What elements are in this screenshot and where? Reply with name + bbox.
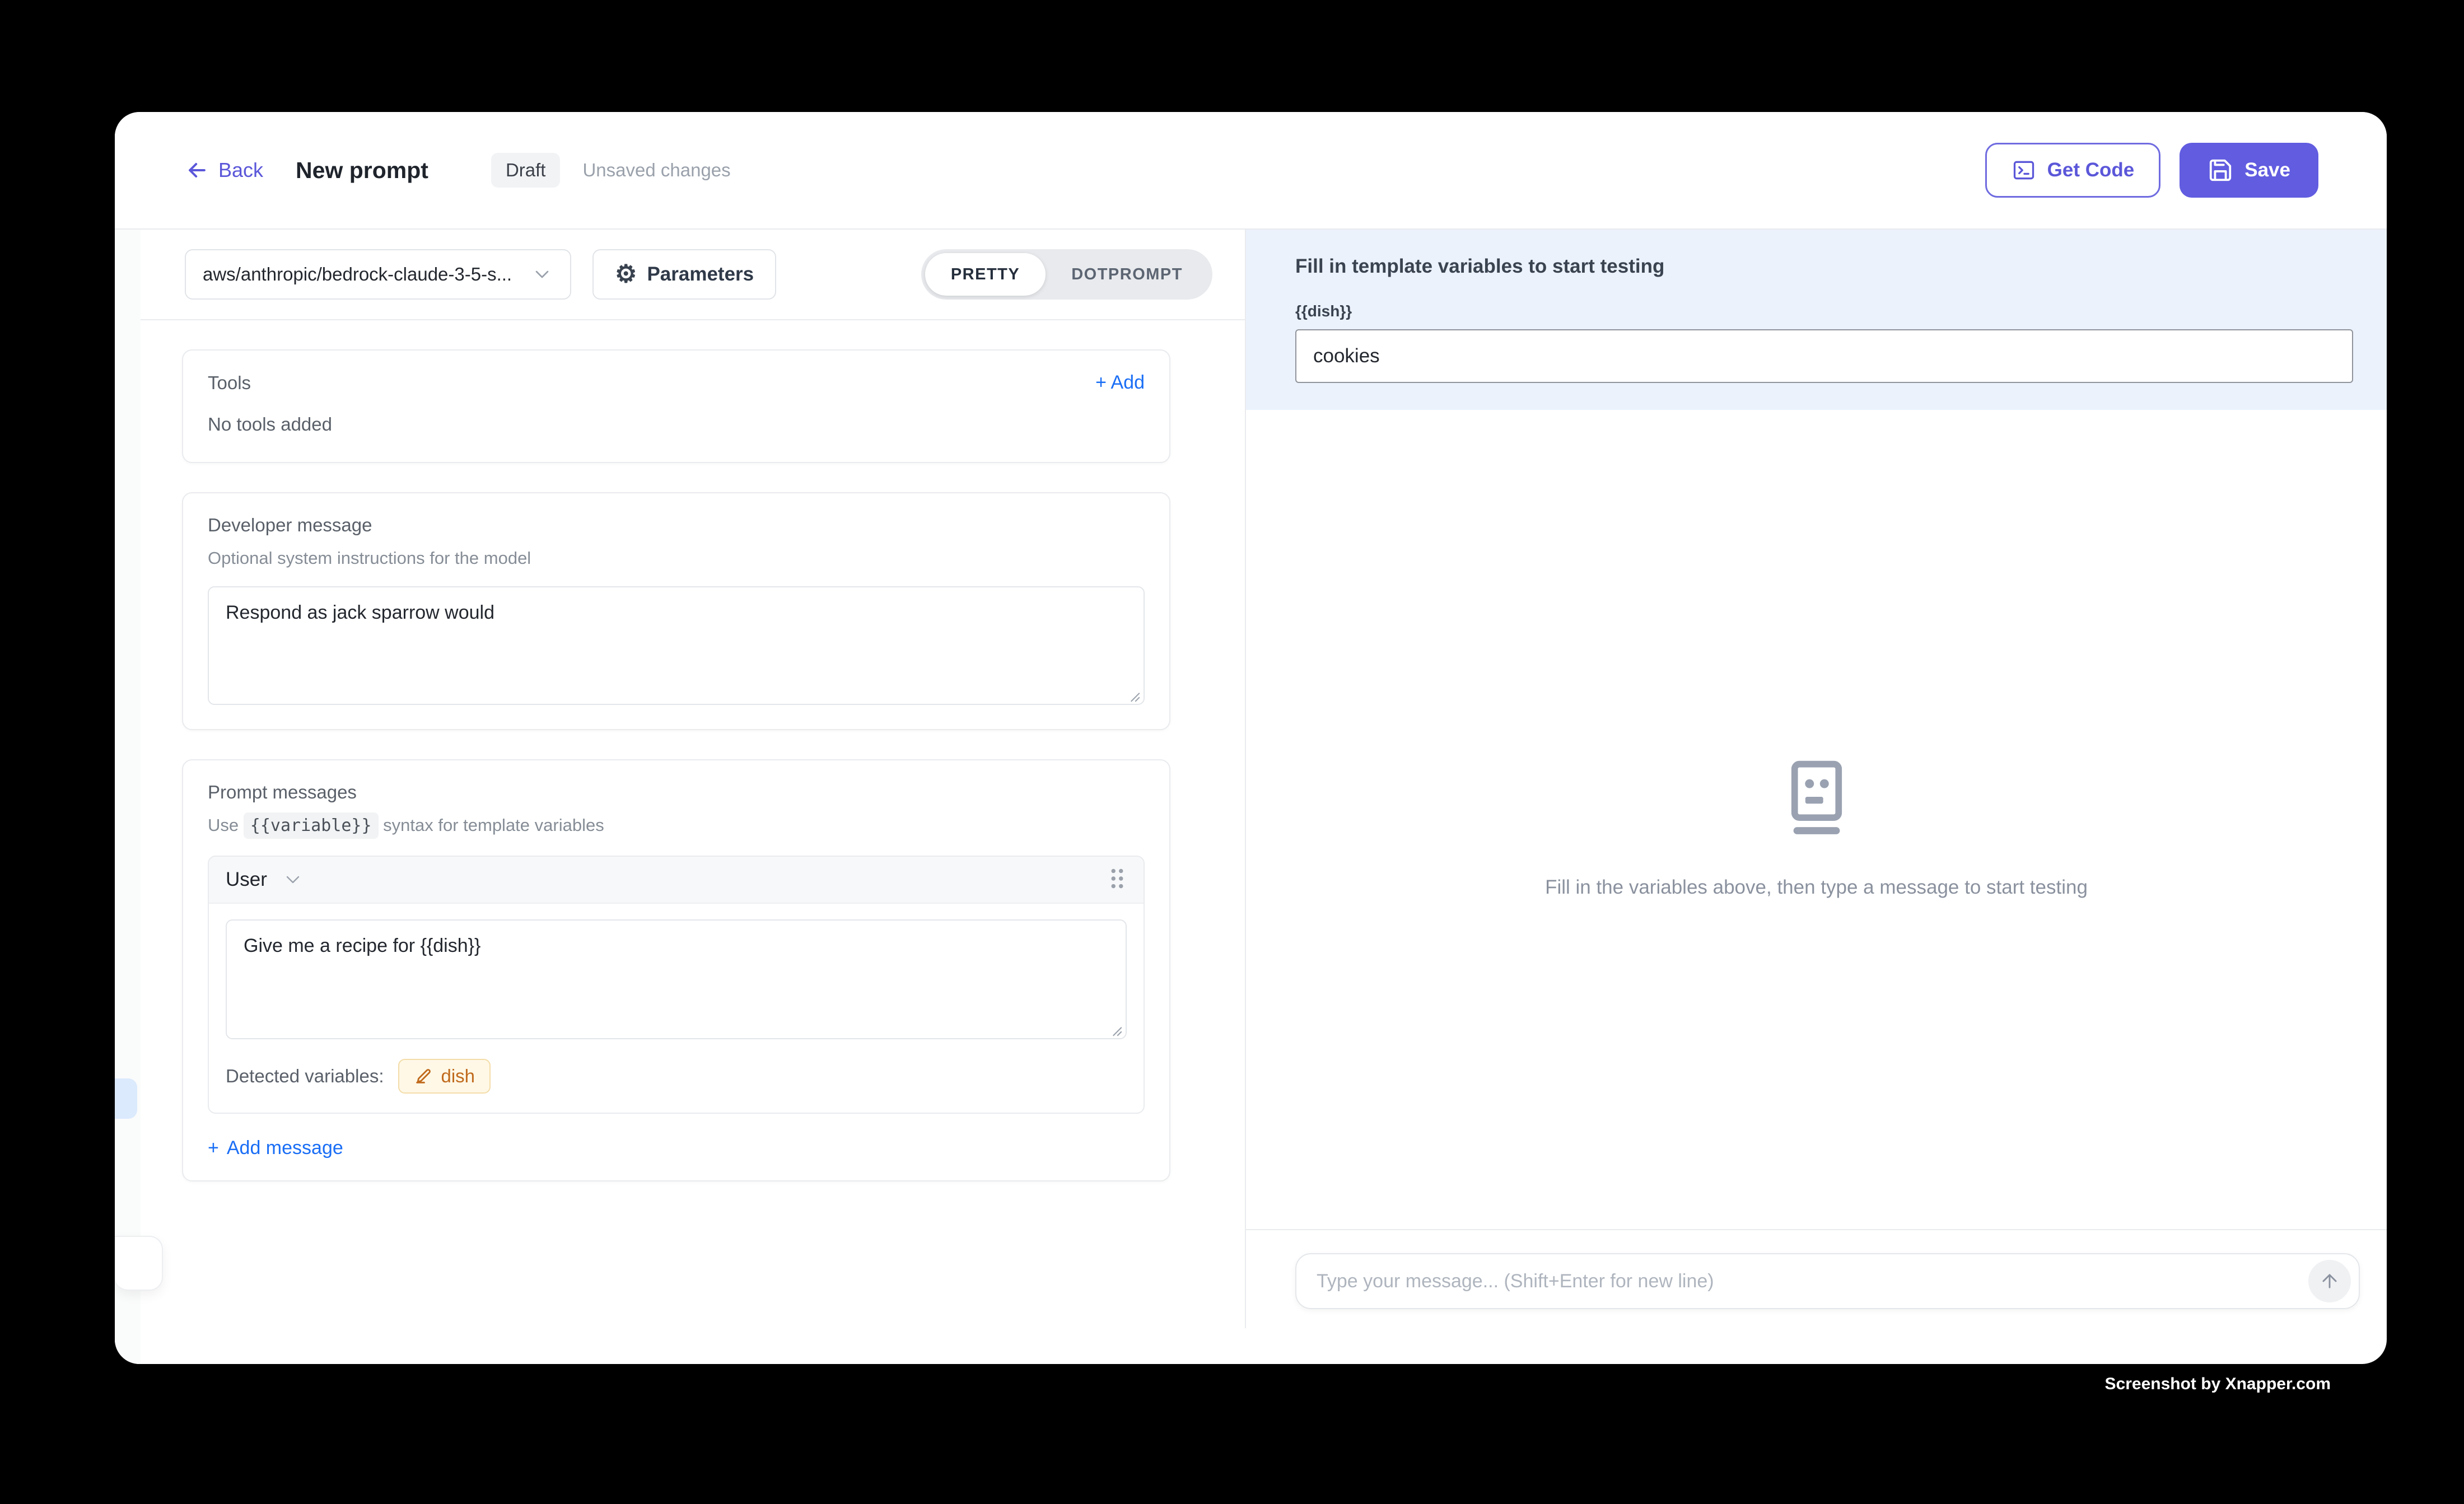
toggle-dotprompt[interactable]: DOTPROMPT: [1046, 253, 1208, 296]
developer-message-input[interactable]: Respond as jack sparrow would: [208, 586, 1145, 705]
app-window: Back New prompt Draft Unsaved changes Ge…: [115, 112, 2387, 1364]
chat-empty-state: Fill in the variables above, then type a…: [1246, 758, 2387, 899]
toggle-pretty[interactable]: PRETTY: [925, 253, 1046, 296]
drag-dots-icon: [1108, 866, 1127, 891]
template-variables-box: Fill in template variables to start test…: [1246, 230, 2387, 410]
chevron-down-icon: [531, 263, 553, 286]
add-tool-button[interactable]: + Add: [1095, 372, 1145, 394]
plus-icon: +: [1095, 372, 1107, 393]
get-code-label: Get Code: [2047, 159, 2135, 181]
add-message-label: Add message: [227, 1137, 343, 1159]
model-selector[interactable]: aws/anthropic/bedrock-claude-3-5-s...: [185, 249, 571, 300]
user-message-input[interactable]: Give me a recipe for {{dish}}: [226, 919, 1127, 1039]
send-button[interactable]: [2308, 1260, 2351, 1302]
chat-empty-text: Fill in the variables above, then type a…: [1246, 876, 2387, 899]
chat-message-input[interactable]: [1317, 1271, 2308, 1292]
sidebar-active-item[interactable]: [115, 1078, 137, 1119]
resize-handle-icon[interactable]: [1129, 691, 1140, 702]
developer-message-subtitle: Optional system instructions for the mod…: [208, 548, 1145, 568]
back-button[interactable]: Back: [185, 158, 263, 183]
sidebar-edge-strip: [115, 230, 141, 1364]
save-button[interactable]: Save: [2180, 143, 2318, 198]
clipped-popover: [115, 1236, 163, 1291]
dish-variable-input[interactable]: [1295, 329, 2353, 383]
model-toolbar: aws/anthropic/bedrock-claude-3-5-s... ⚙ …: [115, 230, 1245, 320]
tools-empty-text: No tools added: [208, 414, 1145, 435]
message-block: User Give me a recipe for {{dish}}: [208, 856, 1145, 1114]
pencil-icon: [414, 1067, 433, 1086]
model-selector-value: aws/anthropic/bedrock-claude-3-5-s...: [203, 264, 531, 285]
message-role-row: User: [209, 857, 1144, 904]
hint-suffix: syntax for template variables: [383, 815, 604, 835]
back-label: Back: [218, 158, 263, 182]
editor-cards: Tools + Add No tools added Developer mes…: [115, 320, 1245, 1181]
chevron-down-icon[interactable]: [282, 868, 304, 891]
add-tool-label: Add: [1111, 372, 1145, 393]
template-variables-title: Fill in template variables to start test…: [1295, 255, 2353, 278]
prompt-messages-hint: Use {{variable}} syntax for template var…: [208, 815, 1145, 835]
drag-handle[interactable]: [1108, 866, 1127, 894]
hint-prefix: Use: [208, 815, 239, 835]
add-message-button[interactable]: + Add message: [208, 1137, 1145, 1159]
view-mode-toggle: PRETTY DOTPROMPT: [921, 249, 1212, 300]
dish-variable-label: {{dish}}: [1295, 302, 2353, 320]
test-panel: Fill in template variables to start test…: [1245, 230, 2387, 1328]
unsaved-changes-text: Unsaved changes: [582, 160, 730, 181]
watermark-text: Screenshot by Xnapper.com: [2105, 1375, 2331, 1394]
arrow-left-icon: [185, 158, 209, 183]
parameters-button[interactable]: ⚙ Parameters: [592, 249, 776, 300]
plus-icon: +: [208, 1137, 219, 1159]
chat-divider: [1246, 1229, 2387, 1230]
status-badge: Draft: [491, 153, 561, 188]
header-actions: Get Code Save: [1985, 143, 2318, 198]
robot-icon: [1781, 758, 1852, 835]
chat-input-bar: [1295, 1253, 2360, 1309]
variable-chip-dish[interactable]: dish: [398, 1059, 491, 1094]
resize-handle-icon[interactable]: [1111, 1025, 1122, 1036]
page-title: New prompt: [296, 157, 428, 184]
detected-variables-row: Detected variables: dish: [209, 1042, 1144, 1113]
terminal-icon: [2012, 158, 2036, 183]
prompt-messages-card: Prompt messages Use {{variable}} syntax …: [182, 759, 1170, 1181]
get-code-button[interactable]: Get Code: [1985, 143, 2161, 198]
developer-message-title: Developer message: [208, 515, 1145, 536]
arrow-up-icon: [2319, 1271, 2340, 1292]
variable-syntax-chip: {{variable}}: [244, 812, 379, 839]
detected-variables-label: Detected variables:: [226, 1066, 384, 1087]
prompt-messages-title: Prompt messages: [208, 782, 1145, 803]
role-select-value: User: [226, 868, 267, 891]
parameters-label: Parameters: [647, 263, 754, 286]
tools-card: Tools + Add No tools added: [182, 349, 1170, 463]
tools-title: Tools: [208, 372, 251, 394]
developer-message-card: Developer message Optional system instru…: [182, 492, 1170, 730]
editor-panel: aws/anthropic/bedrock-claude-3-5-s... ⚙ …: [115, 230, 1245, 1364]
header: Back New prompt Draft Unsaved changes Ge…: [115, 112, 2387, 230]
save-icon: [2208, 157, 2233, 183]
save-label: Save: [2244, 159, 2290, 181]
gear-icon: ⚙: [615, 262, 637, 287]
variable-chip-label: dish: [441, 1066, 475, 1087]
